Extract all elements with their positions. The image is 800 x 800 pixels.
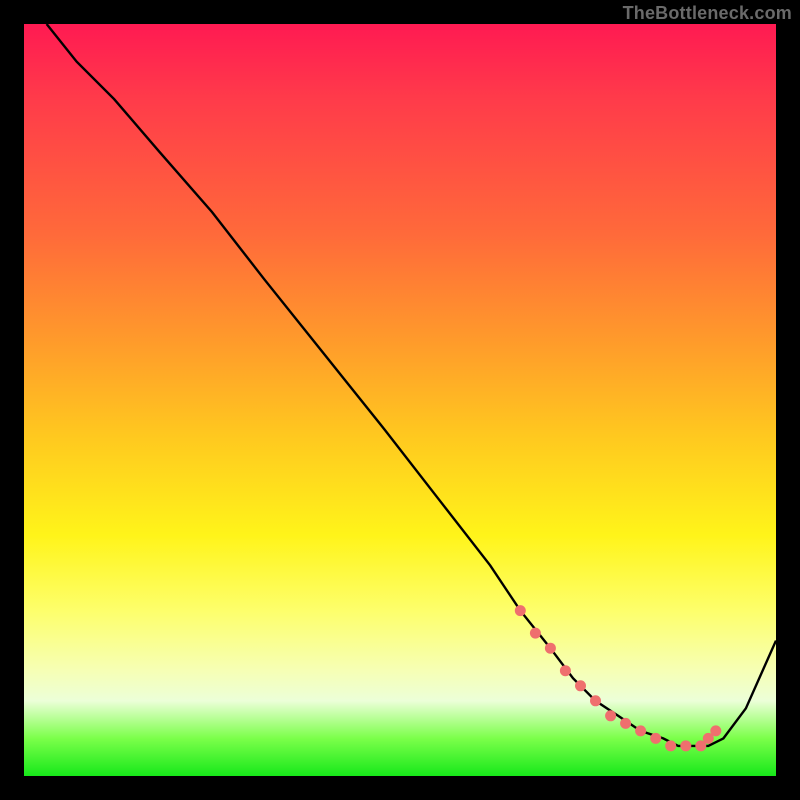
highlight-dots (515, 605, 722, 751)
watermark-text: TheBottleneck.com (623, 3, 792, 24)
curve-line (47, 24, 776, 746)
plot-area (24, 24, 776, 776)
chart-svg (24, 24, 776, 776)
chart-frame: TheBottleneck.com (0, 0, 800, 800)
